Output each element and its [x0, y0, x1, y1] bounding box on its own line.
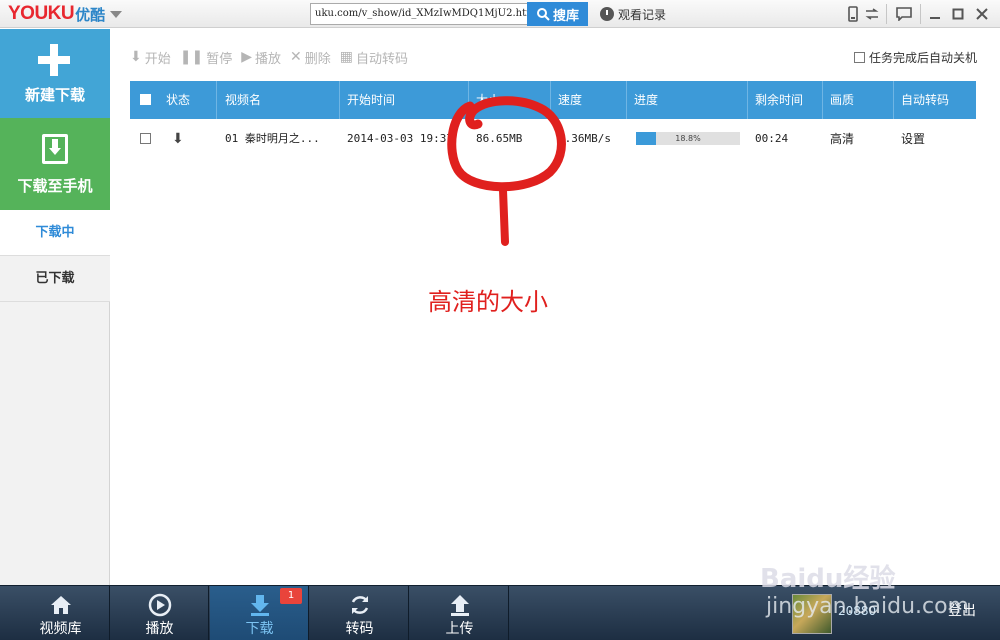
row-remaining: 00:24 [755, 132, 789, 145]
search-icon [536, 8, 550, 21]
new-download-label: 新建下载 [24, 86, 85, 104]
col-divider [893, 81, 894, 119]
search-button-label: 搜库 [552, 8, 579, 24]
nav-video-library[interactable]: 视频库 [11, 586, 110, 640]
row-progress-bar: 18.8% [636, 132, 740, 145]
toolbar-divider [886, 4, 887, 24]
col-progress[interactable]: 进度 [634, 81, 658, 119]
auto-convert-button[interactable]: ▦ 自动转码 [340, 48, 408, 67]
row-size: 86.65MB [476, 132, 523, 145]
col-auto-convert[interactable]: 自动转码 [901, 81, 949, 119]
clock-icon [600, 7, 614, 21]
download-to-phone-button[interactable]: 下载至手机 [0, 118, 110, 210]
annotation-text: 高清的大小 [428, 288, 548, 316]
nav-transcode[interactable]: 转码 [310, 586, 409, 640]
row-quality: 高清 [830, 132, 855, 146]
sidebar: 新建下载 下载至手机 下载中 已下载 [0, 29, 110, 585]
maximize-icon[interactable] [948, 2, 968, 26]
col-quality[interactable]: 画质 [830, 81, 854, 119]
col-speed[interactable]: 速度 [558, 81, 582, 119]
nav-play[interactable]: 播放 [110, 586, 209, 640]
plus-icon [38, 44, 70, 76]
url-input[interactable]: uku.com/v_show/id_XMzIwMDQ1MjU2.html [310, 3, 528, 25]
row-video-name: 01 秦时明月之... [225, 132, 320, 145]
refresh-icon [310, 594, 409, 616]
title-bar: YOUKU 优酷 uku.com/v_show/id_XMzIwMDQ1MjU2… [0, 0, 1000, 28]
pause-icon: ❚❚ [179, 49, 204, 65]
logo-text-en: YOUKU [8, 3, 75, 24]
row-checkbox[interactable] [140, 120, 151, 158]
row-speed: 2.36MB/s [558, 132, 611, 145]
nav-upload[interactable]: 上传 [410, 586, 509, 640]
search-button[interactable]: 搜库 [527, 2, 588, 26]
phone-icon[interactable] [845, 2, 861, 26]
close-icon[interactable] [972, 2, 992, 26]
delete-button[interactable]: ✕ 删除 [290, 48, 331, 67]
minimize-icon[interactable] [925, 2, 945, 26]
auto-shutdown-option[interactable]: 任务完成后自动关机 [854, 49, 977, 66]
delete-label: 删除 [304, 51, 331, 67]
start-button[interactable]: ⬇ 开始 [130, 48, 171, 67]
message-icon[interactable] [893, 2, 915, 26]
table-header: 状态 视频名 开始时间 大小 速度 进度 剩余时间 画质 自动转码 [130, 81, 976, 119]
nav-download-label: 下载 [245, 621, 274, 637]
home-icon [11, 594, 110, 616]
col-name[interactable]: 视频名 [225, 81, 261, 119]
col-status[interactable]: 状态 [166, 81, 190, 119]
col-divider [626, 81, 627, 119]
nav-download[interactable]: 1 下载 [210, 586, 309, 640]
play-button[interactable]: ▶ 播放 [241, 48, 281, 67]
sidebar-tab-downloaded[interactable]: 已下载 [0, 256, 110, 302]
phone-download-icon [42, 134, 68, 164]
download-to-phone-label: 下载至手机 [17, 177, 93, 195]
row-auto-convert-setting[interactable]: 设置 [901, 120, 925, 158]
action-toolbar: ⬇ 开始 ❚❚ 暂停 ▶ 播放 ✕ 删除 ▦ 自动转码 [130, 46, 417, 68]
watermark-url: jingyan.baidu.com [766, 594, 970, 619]
col-divider [339, 81, 340, 119]
pause-label: 暂停 [206, 51, 233, 67]
downloading-arrow-icon: ⬇ [172, 131, 184, 147]
down-arrow-icon: ⬇ [130, 49, 142, 65]
download-count-badge: 1 [280, 588, 302, 604]
col-start-time[interactable]: 开始时间 [347, 81, 395, 119]
delete-icon: ✕ [290, 49, 302, 65]
logo-text-cn: 优酷 [75, 5, 106, 24]
auto-shutdown-label: 任务完成后自动关机 [869, 51, 978, 65]
play-label: 播放 [255, 51, 282, 67]
table-row[interactable]: ⬇ 01 秦时明月之... 2014-03-03 19:37 86.65MB 2… [130, 120, 976, 158]
new-download-button[interactable]: 新建下载 [0, 29, 110, 118]
col-divider [468, 81, 469, 119]
start-label: 开始 [144, 51, 171, 67]
row-start-time: 2014-03-03 19:37 [347, 132, 453, 145]
watermark-logo: Baidu经验 [760, 564, 896, 594]
history-button[interactable]: 观看记录 [600, 4, 666, 24]
col-divider [747, 81, 748, 119]
film-icon: ▦ [339, 49, 354, 65]
pause-button[interactable]: ❚❚ 暂停 [180, 48, 232, 67]
nav-video-library-label: 视频库 [39, 621, 82, 637]
nav-upload-label: 上传 [445, 621, 474, 637]
auto-convert-label: 自动转码 [356, 51, 409, 67]
history-label: 观看记录 [618, 7, 667, 22]
nav-play-label: 播放 [145, 621, 174, 637]
auto-shutdown-checkbox[interactable] [854, 52, 865, 63]
toolbar-divider [920, 4, 921, 24]
menu-caret-icon[interactable] [110, 10, 123, 18]
col-remaining[interactable]: 剩余时间 [755, 81, 803, 119]
play-circle-icon [110, 593, 209, 617]
upload-icon [410, 594, 509, 616]
row-progress-text: 18.8% [675, 134, 701, 143]
nav-transcode-label: 转码 [345, 621, 374, 637]
col-divider [822, 81, 823, 119]
col-divider [550, 81, 551, 119]
select-all-checkbox[interactable] [140, 81, 151, 119]
col-size[interactable]: 大小 [476, 81, 500, 119]
col-divider [216, 81, 217, 119]
sidebar-tab-downloading[interactable]: 下载中 [0, 210, 110, 256]
play-icon: ▶ [241, 49, 253, 65]
transfer-icon[interactable] [863, 2, 881, 26]
app-logo[interactable]: YOUKU 优酷 [8, 3, 123, 25]
